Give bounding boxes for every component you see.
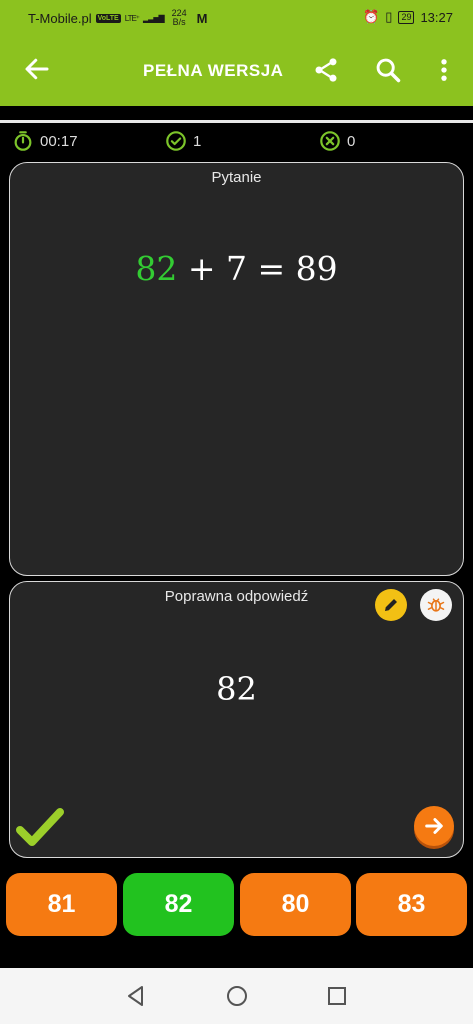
vibrate-icon: ▯: [385, 9, 393, 24]
timer-stat: 00:17: [12, 130, 78, 152]
network-speed: 224 B/s: [172, 9, 187, 27]
question-label: Pytanie: [211, 169, 262, 186]
pencil-icon: [385, 599, 397, 611]
x-circle-icon: [320, 131, 340, 151]
edit-button[interactable]: [375, 589, 407, 621]
check-circle-icon: [166, 131, 186, 151]
system-nav-bar: [0, 968, 473, 1024]
choice-button-correct[interactable]: 82: [123, 873, 234, 936]
question-card: Pytanie 82 + 7 = 89: [9, 162, 464, 576]
bug-icon: [427, 598, 445, 612]
battery-icon: 29: [398, 10, 415, 24]
stopwatch-icon: [14, 131, 32, 151]
correct-check-icon: [16, 808, 64, 846]
equation-rest: + 7 = 89: [177, 249, 338, 288]
search-icon[interactable]: [374, 56, 402, 84]
status-bar: T-Mobile.pl VoLTE LTE⁺ ▂▃▅▇ 224 B/s M ⏰ …: [0, 0, 473, 34]
correct-answer-value: 82: [216, 670, 257, 708]
network-type: LTE⁺: [124, 13, 140, 23]
correct-stat: 1: [165, 130, 201, 152]
carrier-name: T-Mobile.pl: [28, 10, 92, 26]
report-bug-button[interactable]: [420, 589, 452, 621]
more-vertical-icon[interactable]: [434, 56, 454, 84]
back-arrow-icon[interactable]: [22, 54, 52, 84]
gmail-icon: M: [196, 10, 208, 26]
page-title: PEŁNA WERSJA: [143, 61, 284, 80]
volte-badge: VoLTE: [95, 13, 121, 23]
arrow-right-icon: [425, 818, 443, 834]
nav-recents-icon[interactable]: [325, 984, 349, 1008]
wrong-stat: 0: [319, 130, 355, 152]
status-left: T-Mobile.pl VoLTE LTE⁺ ▂▃▅▇ 224 B/s M: [28, 9, 208, 27]
next-button[interactable]: [414, 806, 454, 846]
wrong-count: 0: [347, 132, 356, 150]
status-right: ⏰ ▯ 29 13:27: [363, 9, 453, 25]
question-equation: 82 + 7 = 89: [10, 249, 463, 288]
choice-button[interactable]: 80: [240, 873, 351, 936]
choice-button[interactable]: 83: [356, 873, 467, 936]
correct-count: 1: [193, 132, 202, 150]
share-icon[interactable]: [312, 56, 340, 84]
choice-button[interactable]: 81: [6, 873, 117, 936]
alarm-icon: ⏰: [363, 9, 380, 24]
answer-card: Poprawna odpowiedź 82: [9, 581, 464, 858]
clock: 13:27: [420, 9, 453, 25]
nav-home-icon[interactable]: [225, 984, 249, 1008]
nav-back-icon[interactable]: [124, 984, 148, 1008]
answer-choices: 81 82 80 83: [6, 873, 467, 937]
speed-unit: B/s: [172, 17, 186, 27]
timer-value: 00:17: [40, 132, 78, 150]
progress-divider: [0, 120, 473, 123]
stats-row: 00:17 1 0: [0, 130, 473, 154]
equation-unknown-operand: 82: [135, 249, 178, 288]
signal-icon: ▂▃▅▇: [143, 13, 165, 23]
app-bar: PEŁNA WERSJA: [0, 34, 473, 106]
